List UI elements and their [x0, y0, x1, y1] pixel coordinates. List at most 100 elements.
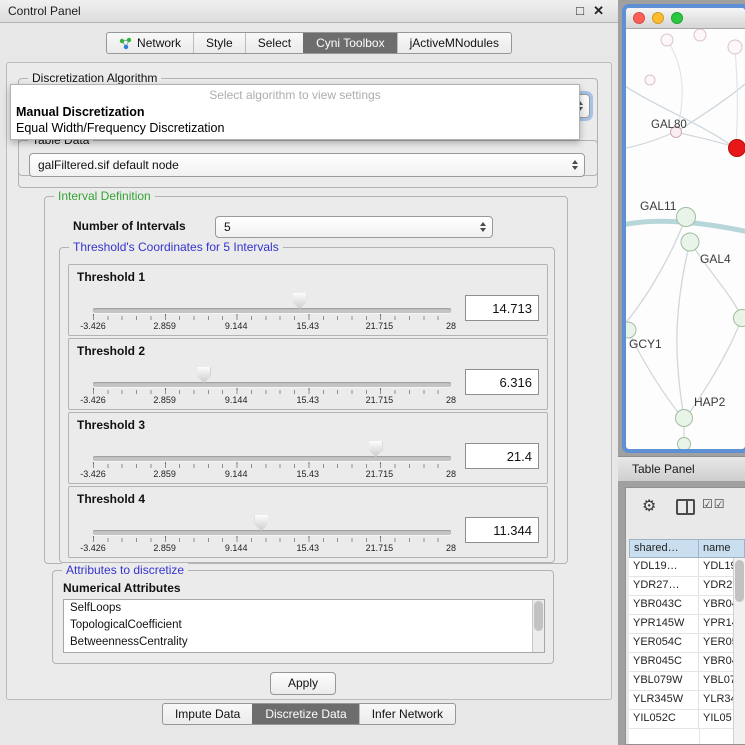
threshold-4-block: Threshold 4 -3.4262.8599.14415.4321.7152…: [68, 486, 548, 558]
thresholds-coordinates-group: Threshold's Coordinates for 5 Intervals …: [59, 247, 555, 563]
apply-button[interactable]: Apply: [270, 672, 336, 695]
cell[interactable]: YBL079W: [629, 672, 699, 690]
column-header-name[interactable]: name: [699, 539, 745, 558]
bottom-tab-segment: Impute Data Discretize Data Infer Networ…: [162, 703, 456, 725]
table-row[interactable]: YER054CYER05: [629, 634, 745, 653]
tab-label: Impute Data: [175, 707, 240, 721]
threshold-3-block: Threshold 3 -3.4262.8599.14415.4321.7152…: [68, 412, 548, 484]
dropdown-option-equal-width[interactable]: Equal Width/Frequency Discretization: [11, 120, 579, 136]
combobox-value: galFiltered.sif default node: [30, 158, 179, 172]
list-item[interactable]: TopologicalCoefficient: [64, 617, 544, 634]
cell[interactable]: YIL052C: [629, 710, 699, 728]
minimize-button[interactable]: [652, 12, 664, 24]
group-title: Attributes to discretize: [62, 563, 188, 577]
columns-icon[interactable]: [676, 499, 695, 515]
slider-scale-label: -3.426: [80, 543, 106, 553]
interval-definition-group: Interval Definition Number of Intervals …: [44, 196, 568, 564]
table-row[interactable]: YBR043CYBR04: [629, 596, 745, 615]
slider-scale-label: 28: [446, 469, 456, 479]
network-node[interactable]: [728, 40, 742, 54]
network-node[interactable]: [734, 310, 745, 327]
table-panel-window: ⚙ ☑☑ shared… name YDL19…YDL19 YDR27…YDR2…: [625, 487, 745, 745]
table-row[interactable]: YPR145WYPR14: [629, 615, 745, 634]
table-row[interactable]: YDL19…YDL19: [629, 558, 745, 577]
combo-arrows-icon: [572, 160, 578, 170]
scrollbar-thumb[interactable]: [534, 601, 543, 631]
slider-scale-label: 28: [446, 321, 456, 331]
tab-select[interactable]: Select: [245, 33, 303, 53]
table-panel-title: Table Panel: [618, 457, 745, 481]
slider-scale-label: 28: [446, 395, 456, 405]
tab-discretize-data[interactable]: Discretize Data: [252, 704, 358, 724]
network-node[interactable]: [678, 438, 691, 451]
network-node-gcy1[interactable]: [626, 322, 636, 338]
control-panel-tabbar: Network Style Select Cyni Toolbox jActiv…: [0, 32, 618, 54]
tab-label: Network: [137, 36, 181, 50]
network-node[interactable]: [661, 34, 673, 46]
network-node-selected-red[interactable]: [729, 140, 745, 157]
list-item[interactable]: SelfLoops: [64, 600, 544, 617]
select-columns-checkboxes-icon[interactable]: ☑☑: [702, 497, 726, 511]
network-view-window[interactable]: GAL80 GAL11 GAL4 GCY1 HAP2: [622, 4, 745, 453]
dropdown-placeholder[interactable]: Select algorithm to view settings: [11, 85, 579, 104]
network-node-gal4[interactable]: [681, 233, 699, 251]
tab-style[interactable]: Style: [193, 33, 245, 53]
cell[interactable]: YBR045C: [629, 653, 699, 671]
cell[interactable]: YDL19…: [629, 558, 699, 576]
tab-label: Discretize Data: [265, 707, 346, 721]
table-row[interactable]: YDR27…YDR27: [629, 577, 745, 596]
table-data-combobox[interactable]: galFiltered.sif default node: [29, 153, 585, 177]
table-row[interactable]: YLR345WYLR34: [629, 691, 745, 710]
float-window-icon[interactable]: □: [576, 3, 584, 18]
node-label-gcy1: GCY1: [629, 337, 662, 351]
node-label-gal80: GAL80: [651, 119, 687, 131]
table-row[interactable]: YIL052CYIL05: [629, 710, 745, 729]
dropdown-option-manual-discretization[interactable]: Manual Discretization: [11, 104, 579, 120]
threshold-2-block: Threshold 2 -3.4262.8599.14415.4321.7152…: [68, 338, 548, 410]
slider-scale-label: 15.43: [297, 395, 320, 405]
network-node-gal11[interactable]: [677, 208, 696, 227]
network-node[interactable]: [694, 29, 706, 41]
combobox-value: 5: [216, 220, 231, 234]
threshold-value-input[interactable]: 21.4: [465, 443, 539, 469]
network-canvas[interactable]: GAL80 GAL11 GAL4 GCY1 HAP2: [626, 29, 745, 449]
threshold-value-input[interactable]: 6.316: [465, 369, 539, 395]
tab-label: Style: [206, 36, 233, 50]
table-toolbar: ⚙ ☑☑: [626, 488, 745, 524]
tab-impute-data[interactable]: Impute Data: [163, 704, 252, 724]
cell[interactable]: YER054C: [629, 634, 699, 652]
numerical-attributes-label: Numerical Attributes: [63, 581, 181, 595]
tab-network[interactable]: Network: [107, 33, 193, 53]
list-item[interactable]: BetweennessCentrality: [64, 634, 544, 651]
list-scrollbar[interactable]: [532, 600, 544, 652]
zoom-button[interactable]: [671, 12, 683, 24]
table-scrollbar[interactable]: [733, 558, 745, 744]
slider-scale-label: 2.859: [153, 469, 176, 479]
numerical-attributes-list[interactable]: SelfLoops TopologicalCoefficient Between…: [63, 599, 545, 653]
slider-scale-label: 2.859: [153, 321, 176, 331]
slider-scale-label: 15.43: [297, 543, 320, 553]
threshold-value-input[interactable]: 11.344: [465, 517, 539, 543]
number-of-intervals-combobox[interactable]: 5: [215, 216, 493, 238]
cell[interactable]: YLR345W: [629, 691, 699, 709]
network-node[interactable]: [645, 75, 655, 85]
table-row[interactable]: YBL079WYBL07: [629, 672, 745, 691]
tab-jactivemnodules[interactable]: jActiveMNodules: [397, 33, 511, 53]
tab-infer-network[interactable]: Infer Network: [359, 704, 455, 724]
table-row[interactable]: YBR045CYBR04: [629, 653, 745, 672]
cell[interactable]: YPR145W: [629, 615, 699, 633]
scrollbar-thumb[interactable]: [735, 560, 744, 602]
gear-icon[interactable]: ⚙: [642, 496, 656, 516]
cell[interactable]: YDR27…: [629, 577, 699, 595]
threshold-value-input[interactable]: 14.713: [465, 295, 539, 321]
close-button[interactable]: [633, 12, 645, 24]
cell[interactable]: YBR043C: [629, 596, 699, 614]
combo-arrows-icon: [480, 222, 486, 232]
column-header-shared-name[interactable]: shared…: [629, 539, 699, 558]
slider-scale-label: 9.144: [225, 469, 248, 479]
close-icon[interactable]: ✕: [593, 3, 604, 19]
tab-cyni-toolbox[interactable]: Cyni Toolbox: [303, 33, 396, 53]
tab-label: Infer Network: [372, 707, 443, 721]
slider-scale-label: 15.43: [297, 321, 320, 331]
network-node-hap2[interactable]: [676, 410, 693, 427]
